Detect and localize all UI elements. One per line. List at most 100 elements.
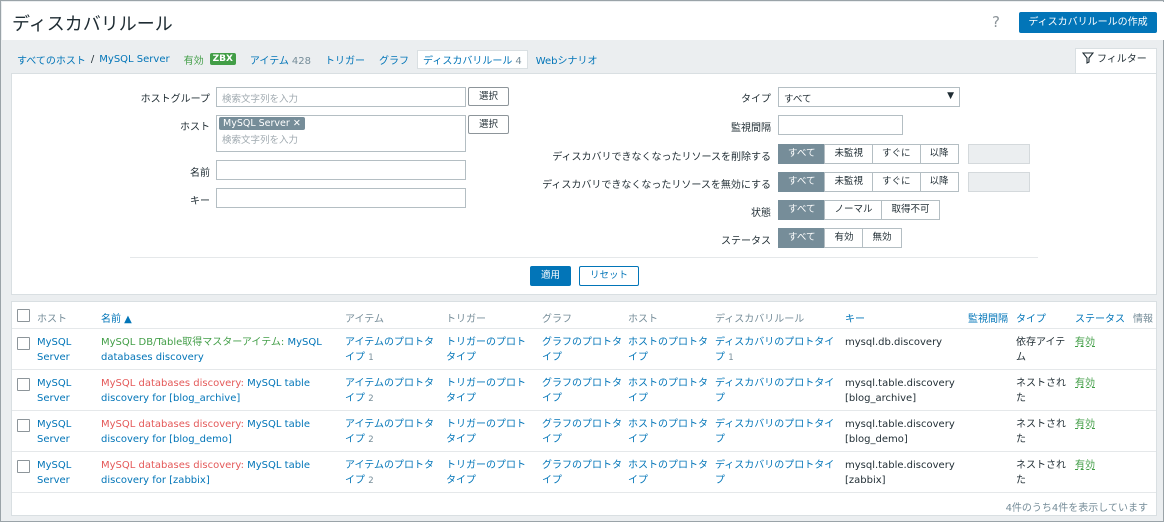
- disable-lost-after[interactable]: 以降: [919, 172, 959, 192]
- row-items[interactable]: アイテムのプロトタイプ 2: [345, 417, 437, 448]
- col-interval-sort[interactable]: 監視間隔: [968, 310, 1008, 325]
- row-name: MySQL DB/Table取得マスターアイテム: MySQL database…: [101, 335, 339, 365]
- host-status-enabled[interactable]: 有効: [184, 52, 204, 67]
- hostgroup-input[interactable]: 検索文字列を入力: [216, 87, 466, 107]
- row-host-link[interactable]: MySQL Server: [37, 458, 92, 488]
- row-hosts[interactable]: ホストのプロトタイプ: [628, 458, 708, 488]
- row-checkbox[interactable]: [17, 378, 30, 391]
- filter-tab[interactable]: フィルター: [1075, 48, 1157, 73]
- disable-lost-all[interactable]: すべて: [778, 172, 826, 192]
- delete-lost-segmented: すべて 未監視 すぐに 以降: [778, 144, 959, 164]
- hostgroup-label: ホストグループ: [140, 94, 210, 105]
- row-hosts[interactable]: ホストのプロトタイプ: [628, 335, 708, 365]
- row-items-count: 2: [368, 394, 374, 404]
- row-triggers-link: トリガーのプロトタイプ: [446, 337, 526, 363]
- status-all[interactable]: すべて: [778, 228, 826, 248]
- nav-host[interactable]: MySQL Server: [99, 54, 169, 65]
- name-input[interactable]: [216, 160, 466, 180]
- apply-button[interactable]: 適用: [530, 266, 571, 286]
- row-name-prefix[interactable]: MySQL databases discovery:: [101, 378, 247, 389]
- row-status[interactable]: 有効: [1075, 335, 1095, 350]
- row-host: MySQL Server: [37, 378, 72, 404]
- row-status[interactable]: 有効: [1075, 376, 1095, 391]
- col-name-sort[interactable]: 名前 ▲: [101, 310, 132, 325]
- delete-lost-immediately[interactable]: すぐに: [871, 144, 921, 164]
- row-hosts[interactable]: ホストのプロトタイプ: [628, 417, 708, 447]
- delete-lost-never[interactable]: 未監視: [824, 144, 873, 164]
- col-discovery: ディスカバリルール: [715, 314, 805, 325]
- row-name-prefix[interactable]: MySQL databases discovery:: [101, 460, 247, 471]
- row-hosts[interactable]: ホストのプロトタイプ: [628, 376, 708, 406]
- state-normal[interactable]: ノーマル: [824, 200, 883, 220]
- nav-all-hosts[interactable]: すべてのホスト: [17, 52, 86, 67]
- row-triggers[interactable]: トリガーのプロトタイプ: [446, 376, 534, 406]
- col-status-sort[interactable]: ステータス: [1075, 310, 1125, 325]
- col-type-sort[interactable]: タイプ: [1016, 310, 1046, 325]
- row-graphs[interactable]: グラフのプロトタイプ: [542, 335, 622, 365]
- status-disabled[interactable]: 無効: [862, 228, 902, 248]
- key-label: キー: [190, 196, 210, 207]
- nav-triggers[interactable]: トリガー: [325, 52, 365, 67]
- row-checkbox[interactable]: [17, 460, 30, 473]
- delete-lost-after[interactable]: 以降: [919, 144, 959, 164]
- disable-lost-immediately[interactable]: すぐに: [871, 172, 921, 192]
- row-items[interactable]: アイテムのプロトタイプ 1: [345, 335, 437, 366]
- row-status[interactable]: 有効: [1075, 458, 1095, 473]
- row-discovery-link: ディスカバリのプロトタイプ: [715, 419, 835, 445]
- page-header: ディスカバリルール ? ディスカバリルールの作成: [2, 2, 1164, 40]
- row-status[interactable]: 有効: [1075, 417, 1095, 432]
- disable-lost-never[interactable]: 未監視: [824, 172, 873, 192]
- col-info: 情報: [1133, 314, 1153, 325]
- reset-button[interactable]: リセット: [579, 266, 639, 286]
- status-enabled[interactable]: 有効: [824, 228, 864, 248]
- row-host-link[interactable]: MySQL Server: [37, 376, 92, 406]
- row-items[interactable]: アイテムのプロトタイプ 2: [345, 376, 437, 407]
- row-host-link[interactable]: MySQL Server: [37, 417, 92, 447]
- create-discovery-rule-button[interactable]: ディスカバリルールの作成: [1019, 12, 1157, 33]
- col-items: アイテム: [345, 314, 384, 325]
- row-triggers[interactable]: トリガーのプロトタイプ: [446, 335, 534, 365]
- row-host-link[interactable]: MySQL Server: [37, 335, 92, 365]
- row-discovery[interactable]: ディスカバリのプロトタイプ: [715, 458, 839, 488]
- nav-web[interactable]: Webシナリオ: [536, 52, 598, 67]
- row-name: MySQL databases discovery: MySQL table d…: [101, 376, 339, 406]
- row-discovery[interactable]: ディスカバリのプロトタイプ: [715, 417, 839, 447]
- page-title: ディスカバリルール: [12, 14, 173, 35]
- row-triggers[interactable]: トリガーのプロトタイプ: [446, 458, 534, 488]
- row-checkbox[interactable]: [17, 337, 30, 350]
- row-discovery[interactable]: ディスカバリのプロトタイプ: [715, 376, 839, 406]
- col-triggers: トリガー: [446, 314, 486, 325]
- delete-lost-all[interactable]: すべて: [778, 144, 826, 164]
- hostgroup-select-button[interactable]: 選択: [468, 87, 509, 106]
- row-checkbox[interactable]: [17, 419, 30, 432]
- interval-input[interactable]: [778, 115, 903, 135]
- key-input[interactable]: [216, 188, 466, 208]
- type-select[interactable]: すべて ▼: [778, 87, 960, 107]
- row-name-prefix[interactable]: MySQL databases discovery:: [101, 419, 247, 430]
- row-graphs[interactable]: グラフのプロトタイプ: [542, 376, 622, 406]
- col-key-sort[interactable]: キー: [845, 310, 865, 325]
- row-graphs[interactable]: グラフのプロトタイプ: [542, 458, 622, 488]
- page-frame: ディスカバリルール ? ディスカバリルールの作成 すべてのホスト / MySQL…: [0, 0, 1164, 522]
- row-graphs-link: グラフのプロトタイプ: [542, 460, 622, 486]
- select-all-checkbox[interactable]: [17, 309, 30, 322]
- nav-items[interactable]: アイテム 428: [250, 52, 311, 67]
- row-discovery[interactable]: ディスカバリのプロトタイプ 1: [715, 335, 839, 366]
- row-name: MySQL databases discovery: MySQL table d…: [101, 417, 339, 447]
- state-unsupported[interactable]: 取得不可: [881, 200, 940, 220]
- nav-discovery-count: 4: [515, 55, 522, 67]
- disable-lost-period-input: [968, 172, 1030, 192]
- row-items[interactable]: アイテムのプロトタイプ 2: [345, 458, 437, 489]
- nav-graphs[interactable]: グラフ: [379, 52, 409, 67]
- col-hosts: ホスト: [628, 314, 658, 325]
- nav-discovery[interactable]: ディスカバリルール 4: [417, 49, 528, 69]
- help-icon[interactable]: ?: [992, 13, 1000, 31]
- row-status-toggle: 有効: [1075, 419, 1095, 430]
- host-select-button[interactable]: 選択: [468, 115, 509, 134]
- row-graphs[interactable]: グラフのプロトタイプ: [542, 417, 622, 447]
- row-name-prefix[interactable]: MySQL DB/Table取得マスターアイテム:: [101, 337, 287, 348]
- row-items-link: アイテムのプロトタイプ: [345, 378, 434, 404]
- state-all[interactable]: すべて: [778, 200, 826, 220]
- row-triggers[interactable]: トリガーのプロトタイプ: [446, 417, 534, 447]
- remove-tag-icon[interactable]: ✕: [293, 118, 301, 129]
